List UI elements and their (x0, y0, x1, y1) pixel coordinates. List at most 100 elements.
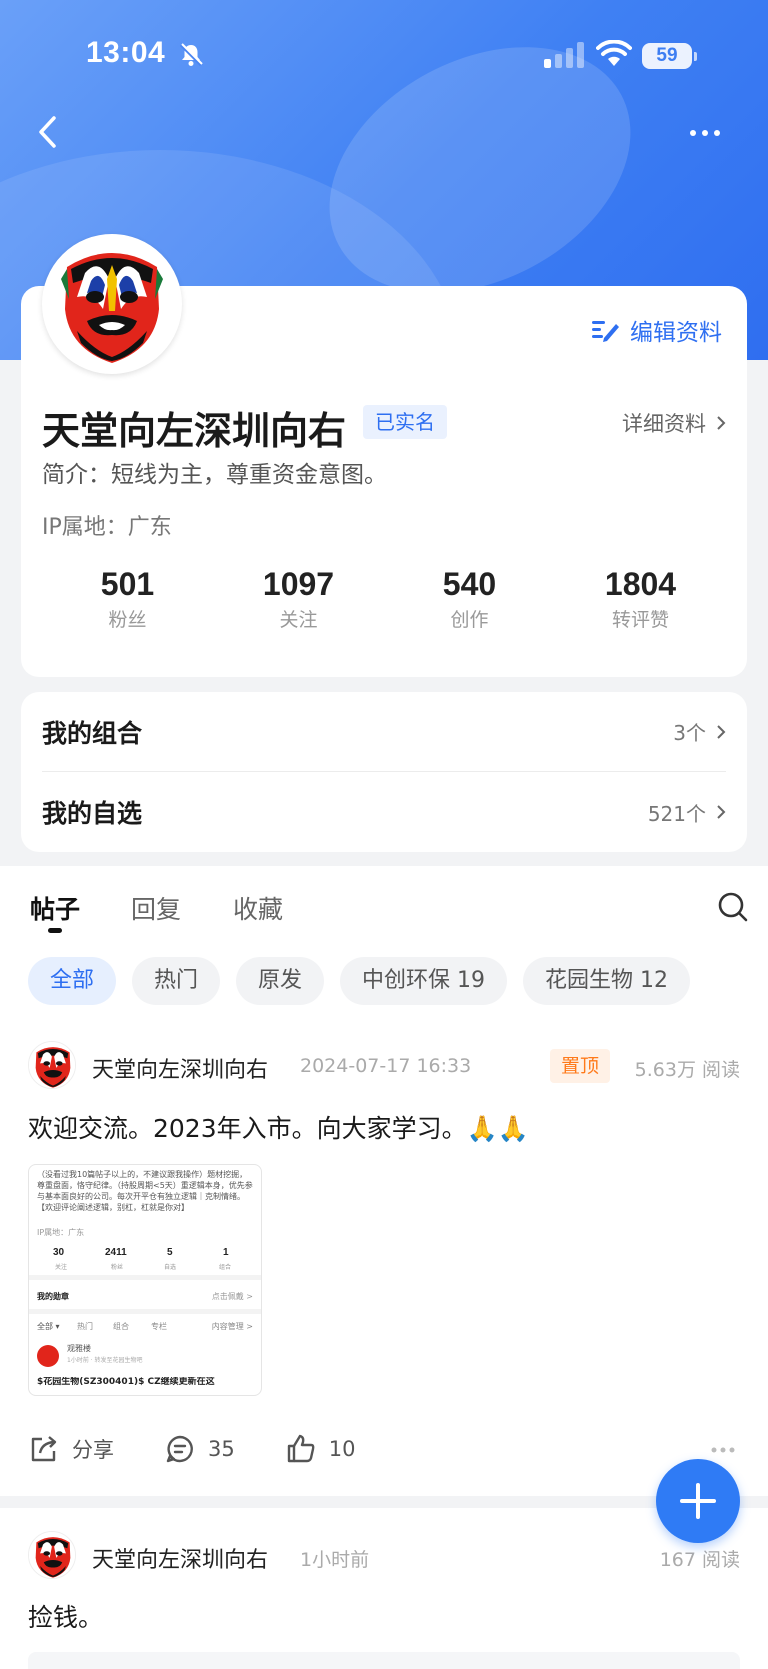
post-more-icon[interactable] (710, 1446, 736, 1454)
verified-badge: 已实名 (363, 405, 447, 439)
stat-value: 501 (100, 566, 155, 602)
thumb-medal-link: 点击佩戴 > (211, 1292, 253, 1301)
thumb-tab: 全部 ▾ (37, 1322, 60, 1331)
thumb-tab: 专栏 (151, 1322, 167, 1331)
bell-slash-icon (179, 43, 203, 67)
ip-location: IP属地：广东 (42, 515, 172, 540)
detail-profile-link[interactable]: 详细资料 (622, 408, 726, 438)
detail-profile-label: 详细资料 (622, 412, 706, 436)
pray-emoji: 🙏🙏 (466, 1114, 529, 1143)
content-tabs: 帖子 回复 收藏 (0, 866, 768, 946)
chevron-right-icon (717, 724, 726, 739)
post-author-name[interactable]: 天堂向左深圳向右 (92, 1052, 268, 1084)
thumb-stat-value: 2411 (105, 1247, 127, 1258)
stat-value: 1804 (604, 566, 677, 602)
thumb-stat-label: 自选 (164, 1264, 177, 1271)
thumb-tab: 组合 (113, 1322, 129, 1331)
signal-icon (544, 42, 584, 68)
filter-stock-zhongchuang[interactable]: 中创环保 19 (340, 957, 508, 1005)
thumb-intro: （没看过我10篇帖子以上的，不建议跟我操作）题材挖掘，尊重盘面，恪守纪律。（持股… (37, 1170, 253, 1212)
post-body: 欢迎交流。2023年入市。向大家学习。 (28, 1114, 467, 1143)
thumb-stat-value: 5 (167, 1247, 173, 1258)
post-text[interactable]: 欢迎交流。2023年入市。向大家学习。🙏🙏 (28, 1109, 529, 1145)
stat-interactions[interactable]: 1804 转评赞 (555, 565, 726, 635)
my-portfolio-row[interactable]: 我的组合 3个 (42, 692, 726, 772)
list-count: 521个 (648, 798, 726, 827)
filter-stock-huayuan[interactable]: 花园生物 12 (523, 957, 691, 1005)
thumb-post-text: $花园生物(SZ300401)$ CZ继续更新在这 (37, 1377, 215, 1387)
thumb-stat-value: 1 (223, 1247, 229, 1258)
share-label: 分享 (72, 1438, 114, 1462)
thumb-meta: 1小时前 · 转发至花园生物吧 (67, 1357, 143, 1364)
compose-post-button[interactable] (656, 1459, 740, 1543)
stat-creations[interactable]: 540 创作 (384, 565, 555, 635)
avatar[interactable] (42, 234, 182, 374)
wifi-icon (596, 40, 632, 66)
stat-followers[interactable]: 501 粉丝 (42, 565, 213, 635)
chevron-right-icon (717, 416, 726, 430)
battery-icon: 59 (642, 43, 697, 69)
post-image-thumbnail[interactable]: （没看过我10篇帖子以上的，不建议跟我操作）题材挖掘，尊重盘面，恪守纪律。（持股… (28, 1164, 262, 1396)
tab-favorites[interactable]: 收藏 (233, 890, 283, 926)
list-count: 3个 (673, 717, 726, 746)
stat-label: 转评赞 (611, 609, 669, 631)
filter-original[interactable]: 原发 (236, 957, 325, 1005)
chevron-left-icon[interactable] (34, 112, 62, 152)
comment-button[interactable]: 35 (164, 1433, 235, 1465)
username: 天堂向左深圳向右 (42, 409, 347, 453)
filter-all[interactable]: 全部 (28, 957, 117, 1005)
comment-icon (166, 1435, 193, 1463)
thumb-user: 观雅楼 (67, 1344, 91, 1353)
my-watchlist-row[interactable]: 我的自选 521个 (42, 772, 726, 852)
filter-hot[interactable]: 热门 (132, 957, 221, 1005)
post-time: 1小时前 (300, 1549, 370, 1571)
post-author-name[interactable]: 天堂向左深圳向右 (92, 1542, 268, 1574)
thumb-stat-label: 组合 (219, 1264, 232, 1271)
list-title: 我的组合 (42, 718, 143, 748)
stat-following[interactable]: 1097 关注 (213, 565, 384, 635)
thumb-divider (29, 1309, 261, 1314)
opera-mask-avatar-image (29, 1042, 75, 1088)
edit-icon (592, 321, 619, 342)
like-count: 10 (328, 1437, 356, 1461)
share-button[interactable]: 分享 (28, 1433, 114, 1465)
thumb-stat-label: 粉丝 (111, 1264, 124, 1271)
post-read-count: 5.63万 阅读 (634, 1059, 740, 1081)
post-text[interactable]: 捡钱。 (28, 1598, 103, 1634)
list-count-value: 521个 (647, 801, 706, 826)
filter-chips: 全部 热门 原发 中创环保 19 花园生物 12 (28, 957, 706, 1005)
list-count-value: 3个 (673, 721, 706, 745)
lists-card: 我的组合 3个 我的自选 521个 (21, 692, 747, 852)
bio-text: 简介：短线为主，尊重资金意图。 (42, 462, 387, 488)
tab-posts[interactable]: 帖子 (30, 890, 80, 926)
thumb-stat-label: 关注 (55, 1264, 68, 1271)
stat-label: 粉丝 (108, 609, 147, 631)
pinned-badge: 置顶 (550, 1049, 611, 1083)
stat-value: 540 (442, 566, 497, 602)
stat-label: 创作 (450, 609, 489, 631)
tab-replies[interactable]: 回复 (131, 890, 181, 926)
like-button[interactable]: 10 (285, 1433, 356, 1465)
thumb-avatar (37, 1345, 59, 1367)
profile-stats: 501 粉丝 1097 关注 540 创作 1804 转评赞 (42, 565, 726, 635)
thumb-ip: IP属地：广东 (37, 1228, 85, 1237)
post-divider (0, 1496, 768, 1508)
search-icon[interactable] (716, 890, 750, 924)
more-dots-icon[interactable] (688, 118, 722, 148)
share-icon (31, 1436, 57, 1462)
stat-label: 关注 (279, 609, 318, 631)
opera-mask-avatar-image (47, 239, 177, 369)
thumb-manage: 内容管理 > (211, 1322, 253, 1331)
comment-count: 35 (208, 1437, 235, 1461)
edit-profile-button[interactable]: 编辑资料 (590, 313, 722, 347)
stat-value: 1097 (262, 566, 335, 602)
post-time: 2024-07-17 16:33 (300, 1055, 472, 1077)
tab-indicator (48, 928, 62, 933)
list-title: 我的自选 (42, 799, 143, 828)
opera-mask-avatar-image (29, 1532, 75, 1578)
thumb-tab: 热门 (77, 1322, 93, 1331)
thumb-stat-value: 30 (53, 1247, 65, 1258)
post-author-avatar[interactable] (28, 1531, 76, 1579)
post-author-avatar[interactable] (28, 1041, 76, 1089)
post-attachment-preview[interactable] (28, 1652, 740, 1669)
